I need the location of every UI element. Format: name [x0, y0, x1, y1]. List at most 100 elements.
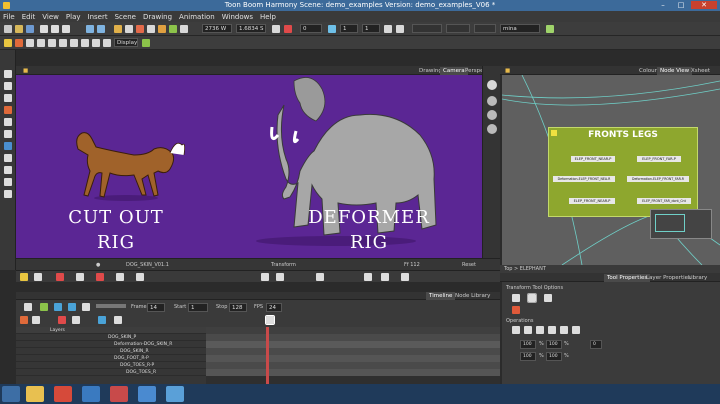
- harmony-scene-icon[interactable]: [138, 386, 156, 402]
- blank-field-2[interactable]: [446, 24, 470, 33]
- navigator-viewport[interactable]: [655, 214, 685, 232]
- paint-tool-icon[interactable]: [158, 25, 166, 33]
- text-icon[interactable]: [4, 166, 12, 174]
- node-view-breadcrumb[interactable]: Top > ELEPHANT: [500, 265, 720, 273]
- composite-icon[interactable]: [103, 39, 111, 47]
- record-icon[interactable]: [56, 273, 64, 281]
- loop-playback-icon[interactable]: [40, 303, 48, 311]
- zoom-icon[interactable]: [4, 190, 12, 198]
- stop-motion-icon[interactable]: [114, 316, 122, 324]
- reset-view-button[interactable]: [487, 80, 497, 90]
- frame-field[interactable]: 14: [147, 303, 165, 312]
- snap-icon[interactable]: [20, 273, 28, 281]
- align-icon[interactable]: [572, 326, 580, 334]
- start-icon[interactable]: [2, 386, 20, 402]
- layer-row[interactable]: Deformation-DOG_SKIN_R: [16, 341, 206, 348]
- transform-icon[interactable]: [272, 25, 280, 33]
- step-field[interactable]: 1: [340, 24, 358, 33]
- node-view[interactable]: FRONTS LEGS ELEP_FRONT_NEAR-P ELEP_FRONT…: [502, 75, 720, 265]
- minimize-button[interactable]: –: [655, 1, 671, 9]
- paste-icon[interactable]: [62, 25, 70, 33]
- keyframe-icon[interactable]: [58, 316, 66, 324]
- layer-row[interactable]: DOG_SKIN_P: [16, 334, 206, 341]
- pin-icon[interactable]: [4, 39, 12, 47]
- copy-icon[interactable]: [51, 25, 59, 33]
- select-tool-icon[interactable]: [4, 70, 12, 78]
- maximize-button[interactable]: □: [673, 1, 689, 9]
- tab-xsheet[interactable]: Xsheet: [688, 67, 713, 75]
- rotate-view-button[interactable]: [487, 96, 497, 106]
- scale-x-field[interactable]: 100: [520, 340, 536, 349]
- harmony-icon[interactable]: [82, 386, 100, 402]
- layer-icon[interactable]: [37, 39, 45, 47]
- pan-view-button[interactable]: [487, 124, 497, 134]
- rotate-icon[interactable]: [284, 25, 292, 33]
- tab-library[interactable]: Library: [685, 274, 710, 282]
- sync-icon[interactable]: [328, 25, 336, 33]
- ellipse-icon[interactable]: [4, 130, 12, 138]
- transform-mode-icon[interactable]: [527, 293, 537, 303]
- brush-icon[interactable]: [4, 94, 12, 102]
- menu-animation[interactable]: Animation: [179, 13, 215, 21]
- node-navigator[interactable]: [650, 209, 712, 239]
- flip-v-icon[interactable]: [524, 326, 532, 334]
- eraser-tool-icon[interactable]: [136, 25, 144, 33]
- menu-view[interactable]: View: [42, 13, 59, 21]
- tab-node-library[interactable]: Node Library: [452, 292, 493, 300]
- sheet-icon[interactable]: [48, 39, 56, 47]
- bounding-box-icon[interactable]: [544, 294, 552, 302]
- menu-play[interactable]: Play: [66, 13, 81, 21]
- stop-field[interactable]: 128: [229, 303, 247, 312]
- node-deformation-near[interactable]: Deformation-ELEP_FRONT_NEA-R: [553, 176, 615, 182]
- onion-skin-icon[interactable]: [76, 273, 84, 281]
- dropper-icon[interactable]: [4, 154, 12, 162]
- marker-icon[interactable]: [15, 39, 23, 47]
- node-front-near-2[interactable]: ELEP_FRONT_NEAR-P: [569, 198, 615, 204]
- node-group-fronts-legs[interactable]: FRONTS LEGS ELEP_FRONT_NEAR-P ELEP_FRONT…: [548, 127, 698, 217]
- layer-row[interactable]: DOG_TOES_R-P: [16, 362, 206, 369]
- menu-drawing[interactable]: Drawing: [143, 13, 172, 21]
- tab-timeline[interactable]: Timeline: [426, 292, 456, 300]
- brush-tool-icon[interactable]: [125, 25, 133, 33]
- render-icon[interactable]: [142, 39, 150, 47]
- fps-field[interactable]: 24: [266, 303, 282, 312]
- node-lock-icon[interactable]: ■: [502, 67, 513, 75]
- speed-slider[interactable]: [96, 304, 126, 308]
- peg-icon[interactable]: [59, 39, 67, 47]
- mirror-icon[interactable]: [401, 273, 409, 281]
- zoom-view-button[interactable]: [487, 110, 497, 120]
- flip-h-icon[interactable]: [512, 326, 520, 334]
- start-field[interactable]: 1: [188, 303, 208, 312]
- skew-x-field[interactable]: 100: [520, 352, 536, 361]
- contour-tool-icon[interactable]: [169, 25, 177, 33]
- close-button[interactable]: ✕: [691, 1, 717, 9]
- flip-icon[interactable]: [261, 273, 269, 281]
- light-table-icon[interactable]: [96, 273, 104, 281]
- skew-y-field[interactable]: 100: [546, 352, 562, 361]
- view-lock-icon[interactable]: ■: [20, 67, 31, 75]
- loop-icon[interactable]: [381, 273, 389, 281]
- safe-area-icon[interactable]: [136, 273, 144, 281]
- current-frame-marker[interactable]: [265, 315, 275, 325]
- sound-icon[interactable]: [54, 303, 62, 311]
- pivot-icon[interactable]: [316, 273, 324, 281]
- motion-icon[interactable]: [98, 316, 106, 324]
- prev-frame-icon[interactable]: [82, 303, 90, 311]
- rotate-ccw-icon[interactable]: [548, 326, 556, 334]
- eraser-icon[interactable]: [4, 106, 12, 114]
- open-icon[interactable]: [15, 25, 23, 33]
- scale-y-field[interactable]: 100: [546, 340, 562, 349]
- grid-icon[interactable]: [396, 25, 404, 33]
- status-reset[interactable]: Reset: [462, 262, 476, 268]
- menu-file[interactable]: File: [3, 13, 15, 21]
- scrub-icon[interactable]: [68, 303, 76, 311]
- display-select[interactable]: Display: [114, 38, 138, 47]
- play-icon[interactable]: [24, 303, 32, 311]
- width-field[interactable]: 2736 W: [202, 24, 232, 33]
- camera-stage[interactable]: CUT OUT RIG DEFORMER RIG: [16, 75, 482, 258]
- pencil-icon[interactable]: [4, 118, 12, 126]
- new-scene-icon[interactable]: [4, 25, 12, 33]
- lock-icon[interactable]: [384, 25, 392, 33]
- undo-icon[interactable]: [86, 25, 94, 33]
- scale-icon[interactable]: [276, 273, 284, 281]
